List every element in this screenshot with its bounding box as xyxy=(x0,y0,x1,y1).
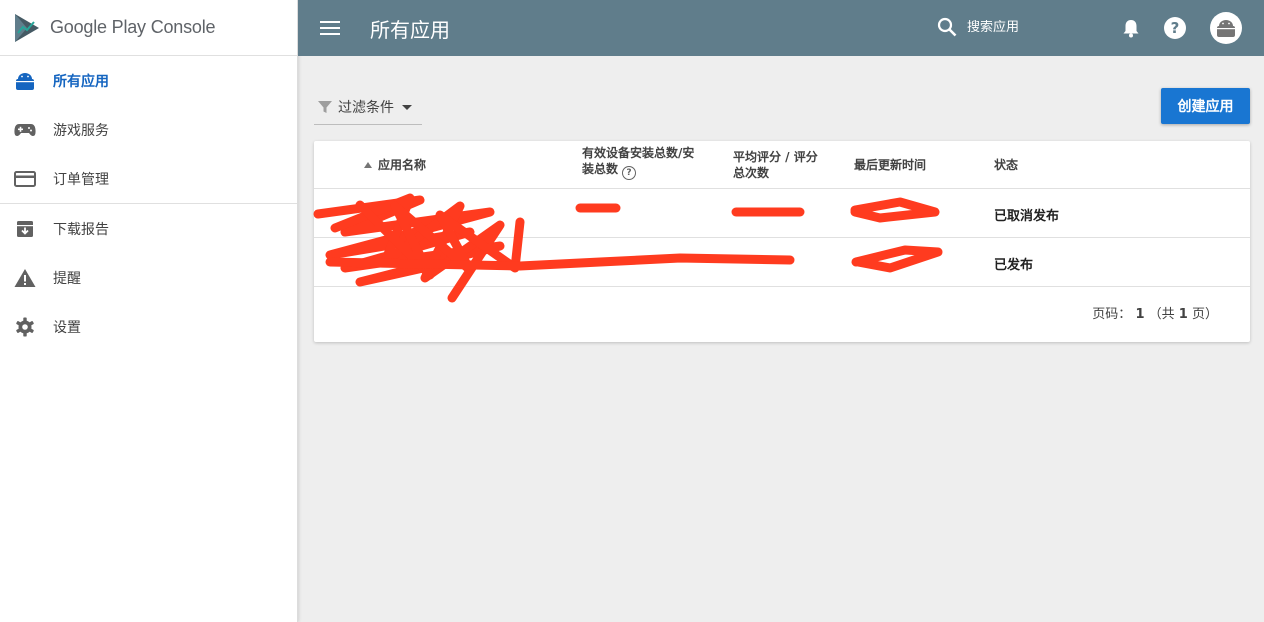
brand-name: Google Play xyxy=(50,17,146,37)
table-header: 应用名称 有效设备安装总数/安装总数? 平均评分 / 评分总次数 最后更新时间 … xyxy=(314,141,1250,189)
pagination-text: 页码： 1 （共 1 页） xyxy=(1092,307,1218,322)
sidebar-item-label: 下载报告 xyxy=(53,221,109,238)
column-header-rating[interactable]: 平均评分 / 评分总次数 xyxy=(733,149,825,181)
download-box-icon xyxy=(14,218,36,240)
status-text: 已发布 xyxy=(994,258,1034,273)
sidebar-item-download-reports[interactable]: 下载报告 xyxy=(0,204,297,253)
filter-dropdown[interactable]: 过滤条件 xyxy=(314,90,422,125)
android-icon xyxy=(14,70,36,92)
search-icon xyxy=(937,17,957,37)
notifications-bell-icon[interactable] xyxy=(1120,17,1142,39)
filter-label: 过滤条件 xyxy=(338,100,394,116)
sidebar-item-order-management[interactable]: 订单管理 xyxy=(0,154,297,203)
sidebar-item-label: 订单管理 xyxy=(53,171,109,188)
credit-card-icon xyxy=(14,168,36,190)
sort-ascending-icon xyxy=(364,162,372,168)
android-avatar-icon xyxy=(1216,20,1236,37)
column-header-app-name[interactable]: 应用名称 xyxy=(364,157,426,173)
column-header-last-updated[interactable]: 最后更新时间 xyxy=(854,157,926,173)
menu-icon[interactable] xyxy=(320,16,344,40)
top-app-bar: 所有应用 ? xyxy=(298,0,1264,56)
search-box[interactable] xyxy=(936,16,1087,38)
help-circle-icon[interactable]: ? xyxy=(622,166,637,180)
column-header-status[interactable]: 状态 xyxy=(994,157,1018,173)
gear-icon xyxy=(14,316,36,338)
sidebar-item-all-apps[interactable]: 所有应用 xyxy=(0,56,297,105)
brand-product: Console xyxy=(150,17,216,37)
sidebar: Google Play Console 所有应用 游戏服务 订单管理 下载报告 … xyxy=(0,0,298,622)
sidebar-item-label: 所有应用 xyxy=(53,73,109,90)
chevron-down-icon xyxy=(402,104,412,110)
sidebar-item-alerts[interactable]: 提醒 xyxy=(0,253,297,302)
apps-table: 应用名称 有效设备安装总数/安装总数? 平均评分 / 评分总次数 最后更新时间 … xyxy=(314,141,1250,342)
avatar[interactable] xyxy=(1210,12,1242,44)
create-app-button[interactable]: 创建应用 xyxy=(1161,88,1250,124)
sidebar-item-label: 提醒 xyxy=(53,270,81,287)
page-title: 所有应用 xyxy=(370,17,450,42)
help-icon[interactable]: ? xyxy=(1164,17,1186,39)
brand-logo[interactable]: Google Play Console xyxy=(0,0,297,56)
play-console-logo-icon xyxy=(15,13,39,42)
warning-icon xyxy=(14,267,36,289)
sidebar-item-settings[interactable]: 设置 xyxy=(0,302,297,351)
sidebar-item-label: 游戏服务 xyxy=(53,122,109,139)
sidebar-item-game-services[interactable]: 游戏服务 xyxy=(0,105,297,154)
filter-funnel-icon xyxy=(318,101,332,113)
table-row[interactable]: 已取消发布 xyxy=(314,189,1250,238)
status-text: 已取消发布 xyxy=(994,209,1060,224)
gamepad-icon xyxy=(14,119,36,141)
sidebar-item-label: 设置 xyxy=(53,319,81,336)
search-input[interactable] xyxy=(967,19,1087,35)
column-header-installs[interactable]: 有效设备安装总数/安装总数? xyxy=(582,145,702,180)
table-row[interactable]: 已发布 xyxy=(314,238,1250,287)
